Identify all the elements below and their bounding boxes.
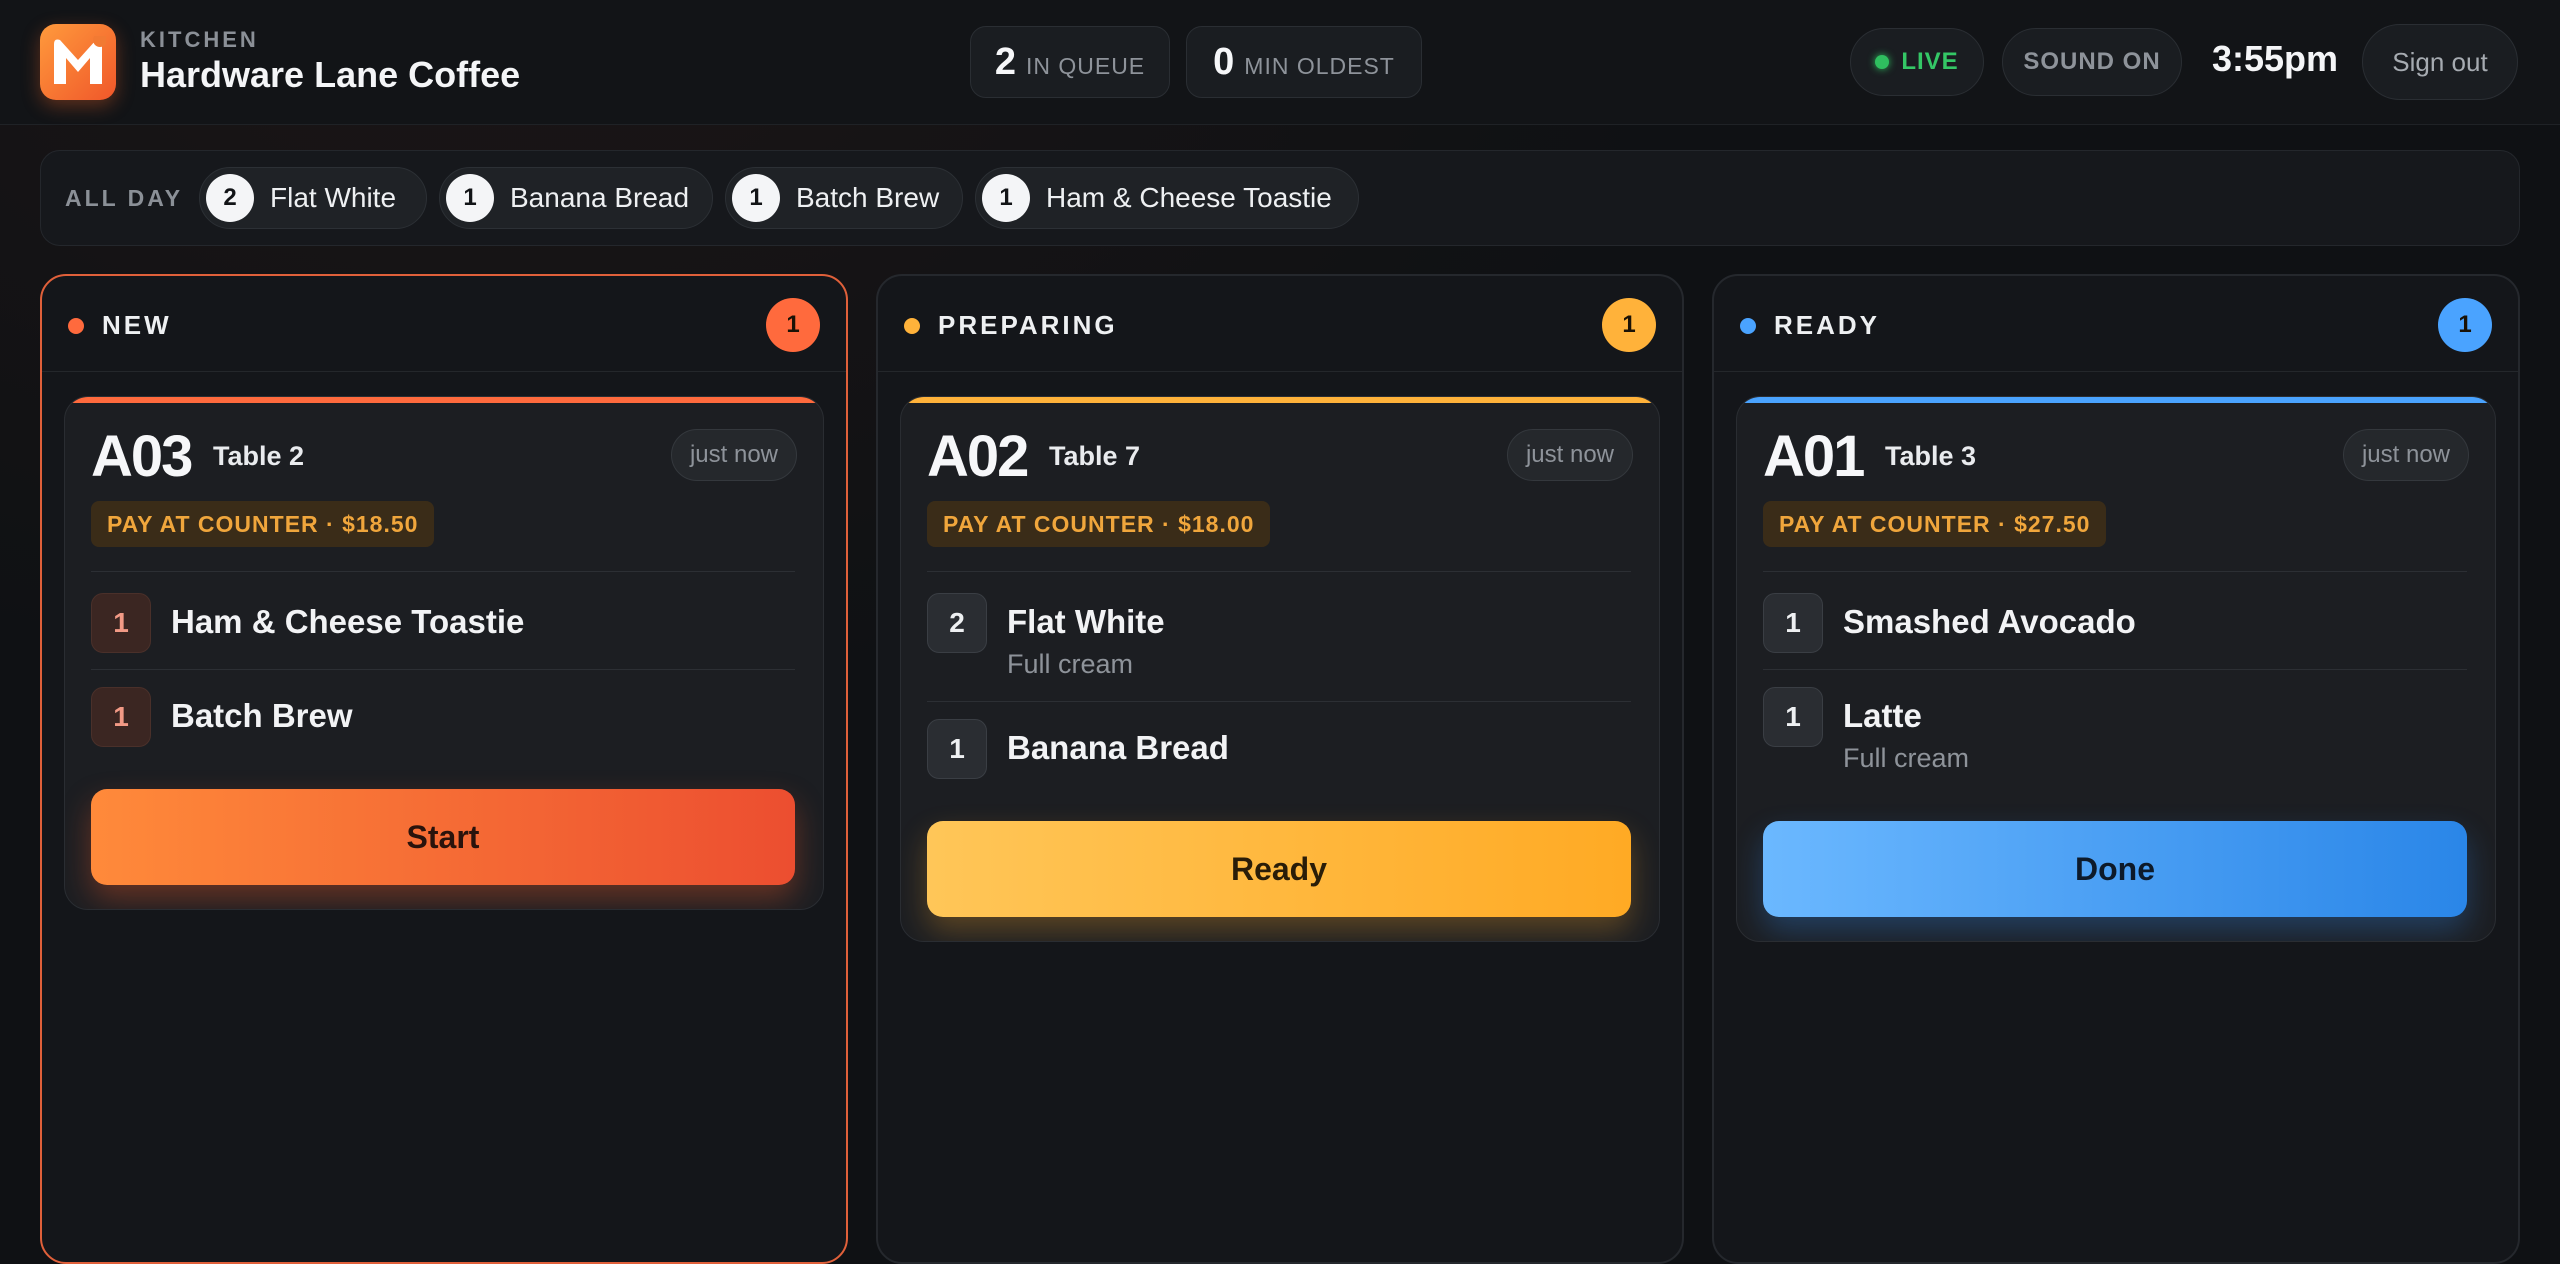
oldest-order-stat: 0 MIN OLDEST (1186, 26, 1422, 98)
column-header: NEW 1 (42, 276, 846, 372)
column-title: NEW (102, 310, 172, 340)
column-header: PREPARING 1 (878, 276, 1682, 372)
item-qty: 1 (1763, 593, 1823, 653)
order-age-badge: just now (1506, 429, 1633, 481)
column-count-badge: 1 (766, 298, 820, 352)
order-number: A01 (1763, 424, 1865, 489)
order-card[interactable]: A03 Table 2 just now PAY AT COUNTER · $1… (64, 396, 824, 910)
order-table: Table 3 (1885, 441, 1977, 471)
order-table: Table 7 (1049, 441, 1141, 471)
item-modifier: Full cream (1843, 743, 1970, 773)
item-name: Banana Bread (1007, 729, 1229, 766)
live-status-label: LIVE (1901, 48, 1959, 75)
all-day-chip[interactable]: 1 Ham & Cheese Toastie (975, 167, 1359, 229)
item-modifier: Full cream (1007, 649, 1134, 679)
divider (91, 571, 795, 572)
top-bar: KITCHEN Hardware Lane Coffee 2 IN QUEUE … (0, 0, 2560, 125)
item-name: Smashed Avocado (1843, 603, 2136, 640)
divider (91, 669, 795, 670)
item-qty: 1 (91, 593, 151, 653)
all-day-chip[interactable]: 1 Batch Brew (725, 167, 963, 229)
item-name: Flat White (1007, 603, 1165, 640)
column-new: NEW 1 A03 Table 2 just now PAY AT COUNTE… (40, 274, 848, 1264)
status-dot-icon (904, 318, 920, 334)
queue-count-stat: 2 IN QUEUE (970, 26, 1170, 98)
column-title: PREPARING (938, 310, 1118, 340)
item-name: Batch Brew (171, 697, 353, 734)
all-day-chip[interactable]: 1 Banana Bread (439, 167, 713, 229)
all-day-label: ALL DAY (65, 185, 184, 211)
done-order-button[interactable]: Done (1763, 821, 2467, 917)
item-qty: 2 (927, 593, 987, 653)
item-qty: 1 (1763, 687, 1823, 747)
all-day-summary: ALL DAY 2 Flat White 1 Banana Bread 1 Ba… (40, 150, 2520, 246)
column-count-badge: 1 (2438, 298, 2492, 352)
sign-out-button[interactable]: Sign out (2362, 24, 2518, 100)
m-logo-icon (54, 36, 106, 84)
oldest-order-label: MIN OLDEST (1244, 52, 1395, 79)
order-table: Table 2 (213, 441, 305, 471)
mark-ready-button[interactable]: Ready (927, 821, 1631, 917)
item-name: Ham & Cheese Toastie (171, 603, 525, 640)
column-ready: READY 1 A01 Table 3 just now PAY AT COUN… (1712, 274, 2520, 1264)
status-dot-icon (1740, 318, 1756, 334)
chip-name: Banana Bread (510, 182, 690, 213)
card-accent-bar (65, 397, 823, 403)
payment-badge: PAY AT COUNTER · $18.00 (927, 501, 1271, 547)
chip-qty: 1 (982, 174, 1030, 222)
chip-qty: 1 (732, 174, 780, 222)
chip-name: Flat White (270, 182, 397, 213)
order-card[interactable]: A02 Table 7 just now PAY AT COUNTER · $1… (900, 396, 1660, 942)
item-qty: 1 (927, 719, 987, 779)
brand-logo (40, 24, 116, 100)
order-number: A03 (91, 424, 193, 489)
live-status-toggle[interactable]: LIVE (1850, 28, 1984, 96)
oldest-order-value: 0 (1213, 40, 1235, 83)
venue-name: Hardware Lane Coffee (140, 54, 521, 95)
item-name: Latte (1843, 697, 1922, 734)
live-dot-icon (1875, 55, 1890, 69)
column-title: READY (1774, 310, 1881, 340)
order-card[interactable]: A01 Table 3 just now PAY AT COUNTER · $2… (1736, 396, 2496, 942)
brand-kicker: KITCHEN (140, 27, 259, 52)
item-qty: 1 (91, 687, 151, 747)
divider (927, 701, 1631, 702)
divider (1763, 571, 2467, 572)
chip-qty: 1 (446, 174, 494, 222)
queue-count-label: IN QUEUE (1025, 52, 1146, 79)
clock: 3:55pm (2212, 38, 2339, 79)
column-preparing: PREPARING 1 A02 Table 7 just now PAY AT … (876, 274, 1684, 1264)
chip-name: Batch Brew (796, 182, 940, 213)
divider (1763, 669, 2467, 670)
order-number: A02 (927, 424, 1029, 489)
chip-qty: 2 (206, 174, 254, 222)
sound-toggle-button[interactable]: SOUND ON (2002, 28, 2182, 96)
all-day-chip[interactable]: 2 Flat White (199, 167, 427, 229)
column-count-badge: 1 (1602, 298, 1656, 352)
card-accent-bar (1737, 397, 2495, 403)
payment-badge: PAY AT COUNTER · $27.50 (1763, 501, 2107, 547)
divider (927, 571, 1631, 572)
chip-name: Ham & Cheese Toastie (1046, 182, 1332, 213)
card-accent-bar (901, 397, 1659, 403)
order-age-badge: just now (2342, 429, 2469, 481)
payment-badge: PAY AT COUNTER · $18.50 (91, 501, 435, 547)
start-order-button[interactable]: Start (91, 789, 795, 885)
sound-status-label: SOUND ON (2023, 48, 2161, 75)
order-age-badge: just now (670, 429, 797, 481)
status-dot-icon (68, 318, 84, 334)
queue-count-value: 2 (994, 40, 1016, 83)
column-header: READY 1 (1714, 276, 2518, 372)
